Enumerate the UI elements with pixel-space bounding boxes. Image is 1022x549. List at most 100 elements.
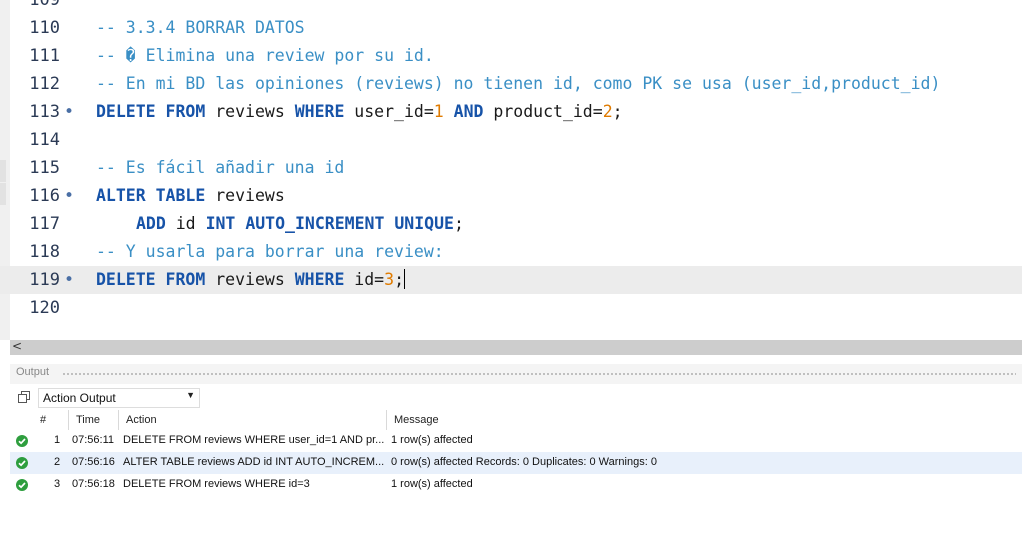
output-toolbar: Action Output ▼ [10, 386, 1022, 408]
code-line: 115 -- Es fácil añadir una id [0, 154, 1022, 182]
panel-divider[interactable] [0, 355, 1022, 364]
sql-number: 1 [433, 102, 444, 121]
sql-statement: ADD id INT AUTO_INCREMENT UNIQUE; [136, 210, 464, 238]
check-circle-icon [16, 435, 28, 447]
panel-grip[interactable] [62, 372, 1016, 376]
line-number: 109 [29, 0, 60, 10]
sql-keyword: INT [205, 214, 236, 233]
sql-keyword: FROM [165, 102, 206, 121]
sql-keyword: DELETE [96, 102, 156, 121]
grid-header: # Time Action Message [10, 410, 1022, 430]
copy-icon[interactable] [18, 391, 30, 403]
row-action: ALTER TABLE reviews ADD id INT AUTO_INCR… [123, 456, 385, 468]
column-divider[interactable] [118, 410, 119, 430]
sql-comment: -- � Elimina una review por su id. [96, 46, 434, 65]
horizontal-scrollbar[interactable]: < [10, 339, 1022, 355]
line-number: 116 [29, 186, 60, 206]
row-action: DELETE FROM reviews WHERE id=3 [123, 478, 310, 490]
statement-marker[interactable]: • [64, 266, 74, 294]
code-line: 113 • DELETE FROM reviews WHERE user_id=… [0, 98, 1022, 126]
code-line: 116 • ALTER TABLE reviews [0, 182, 1022, 210]
line-number: 114 [29, 130, 60, 150]
line-number: 120 [29, 298, 60, 318]
code-line: 118 -- Y usarla para borrar una review: [0, 238, 1022, 266]
table-row[interactable]: 1 07:56:11 DELETE FROM reviews WHERE use… [10, 430, 1022, 452]
table-row[interactable]: 3 07:56:18 DELETE FROM reviews WHERE id=… [10, 474, 1022, 496]
code-line-current: 119 • DELETE FROM reviews WHERE id=3; [0, 266, 1022, 294]
code-line: 111 -- � Elimina una review por su id. [0, 42, 1022, 70]
sql-number: 3 [384, 270, 395, 289]
code-line: 112 -- En mi BD las opiniones (reviews) … [0, 70, 1022, 98]
sql-keyword: TABLE [155, 186, 206, 205]
code-line: 117 ADD id INT AUTO_INCREMENT UNIQUE; [0, 210, 1022, 238]
sql-keyword: DELETE [96, 270, 156, 289]
sql-comment: -- 3.3.4 BORRAR DATOS [96, 18, 305, 37]
sql-identifier: reviews [205, 186, 285, 205]
row-message: 1 row(s) affected [391, 434, 473, 446]
code-line: 120 [0, 294, 1022, 322]
sql-statement: DELETE FROM reviews WHERE user_id=1 AND … [96, 98, 623, 126]
line-number: 118 [29, 242, 60, 262]
sql-keyword: FROM [165, 270, 206, 289]
sql-keyword: AUTO_INCREMENT [245, 214, 385, 233]
line-number: 117 [29, 214, 60, 234]
row-action: DELETE FROM reviews WHERE user_id=1 AND … [123, 434, 385, 446]
sql-comment: -- Y usarla para borrar una review: [96, 242, 444, 261]
sql-identifier: id [165, 214, 206, 233]
output-type-value: Action Output [43, 391, 116, 405]
sql-keyword: ALTER [96, 186, 146, 205]
line-number: 119 [29, 270, 60, 290]
row-time: 07:56:16 [72, 456, 115, 468]
sql-keyword: UNIQUE [394, 214, 454, 233]
line-number: 111 [29, 46, 60, 66]
sql-identifier: id= [344, 270, 385, 289]
sql-punct: ; [612, 102, 623, 121]
sql-editor[interactable]: 109 110 -- 3.3.4 BORRAR DATOS 111 -- � E… [0, 0, 1022, 340]
row-time: 07:56:18 [72, 478, 115, 490]
sql-keyword: WHERE [294, 270, 345, 289]
table-row[interactable]: 2 07:56:16 ALTER TABLE reviews ADD id IN… [10, 452, 1022, 474]
code-line: 109 [0, 0, 1022, 14]
sql-punct: ; [394, 270, 404, 289]
column-header-index[interactable]: # [40, 414, 46, 426]
sql-identifier: reviews [205, 270, 295, 289]
row-index: 2 [54, 456, 61, 468]
code-line: 114 [0, 126, 1022, 154]
line-number: 110 [29, 18, 60, 38]
sql-identifier: user_id= [344, 102, 434, 121]
column-header-time[interactable]: Time [76, 414, 100, 426]
line-number: 113 [29, 102, 60, 122]
sql-keyword: WHERE [294, 102, 345, 121]
statement-marker[interactable]: • [64, 98, 74, 126]
column-header-action[interactable]: Action [126, 414, 157, 426]
output-panel-title: Output [16, 366, 50, 378]
sql-statement: DELETE FROM reviews WHERE id=3; [96, 266, 405, 294]
sql-identifier: product_id= [483, 102, 603, 121]
row-index: 3 [54, 478, 61, 490]
column-divider[interactable] [68, 410, 69, 430]
row-message: 0 row(s) affected Records: 0 Duplicates:… [391, 456, 657, 468]
sql-number: 2 [602, 102, 613, 121]
row-time: 07:56:11 [72, 434, 115, 446]
line-number: 115 [29, 158, 60, 178]
row-index: 1 [54, 434, 61, 446]
column-header-message[interactable]: Message [394, 414, 439, 426]
code-line: 110 -- 3.3.4 BORRAR DATOS [0, 14, 1022, 42]
chevron-down-icon: ▼ [186, 390, 195, 400]
scroll-left-arrow-icon[interactable]: < [12, 339, 22, 353]
statement-marker[interactable]: • [64, 182, 74, 210]
sql-statement: ALTER TABLE reviews [96, 182, 285, 210]
text-caret [404, 269, 405, 289]
output-panel-header: Output [10, 364, 1022, 384]
row-message: 1 row(s) affected [391, 478, 473, 490]
column-divider[interactable] [386, 410, 387, 430]
check-circle-icon [16, 479, 28, 491]
sql-keyword: ADD [136, 214, 166, 233]
sql-comment: -- En mi BD las opiniones (reviews) no t… [96, 74, 941, 93]
sql-comment: -- Es fácil añadir una id [96, 158, 345, 177]
check-circle-icon [16, 457, 28, 469]
output-type-select[interactable]: Action Output ▼ [38, 388, 200, 408]
line-number: 112 [29, 74, 60, 94]
sql-identifier: reviews [205, 102, 295, 121]
sql-keyword: AND [453, 102, 484, 121]
